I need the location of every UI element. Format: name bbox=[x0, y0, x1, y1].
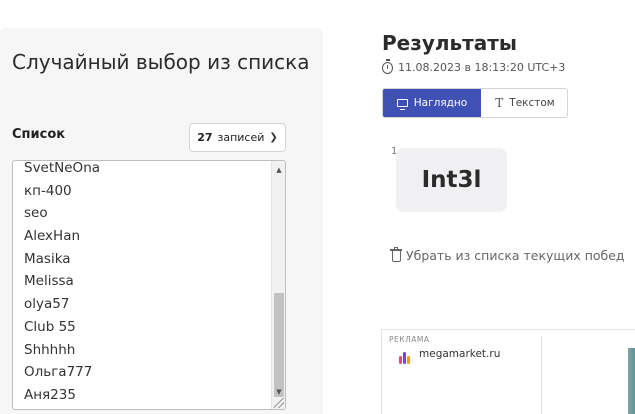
ad-image[interactable] bbox=[628, 348, 635, 414]
results-view-tabs: Наглядно T Текстом bbox=[382, 88, 568, 118]
ad-divider bbox=[541, 336, 542, 414]
winner-card: Int3l bbox=[396, 148, 507, 212]
tab-visual-label: Наглядно bbox=[413, 97, 468, 109]
megamarket-logo-icon bbox=[399, 350, 411, 364]
tab-text[interactable]: T Текстом bbox=[481, 89, 567, 117]
list-line: Ольга777 bbox=[24, 364, 93, 381]
list-scrollbar[interactable]: ▲ ▼ bbox=[271, 161, 285, 409]
ad-block[interactable]: РЕКЛАМА megamarket.ru bbox=[381, 329, 635, 414]
page-title: Случайный выбор из списка bbox=[12, 50, 310, 74]
text-t-icon: T bbox=[495, 96, 504, 110]
trash-icon bbox=[390, 247, 402, 263]
list-line: SvetNeOna bbox=[24, 160, 101, 176]
results-title: Результаты bbox=[382, 31, 517, 55]
timestamp-text: 11.08.2023 в 18:13:20 UTC+3 bbox=[398, 61, 566, 74]
remove-winners-button[interactable]: Убрать из списка текущих побед bbox=[390, 247, 625, 263]
list-line: Club 55 bbox=[24, 318, 76, 335]
monitor-icon bbox=[396, 99, 408, 110]
chevron-down-icon: ❯ bbox=[269, 132, 278, 143]
tab-text-label: Текстом bbox=[509, 97, 555, 109]
entries-count-select[interactable]: 27 записей ❯ bbox=[189, 123, 286, 152]
list-line: Melissa bbox=[24, 273, 74, 290]
list-textarea[interactable]: SvetNeOna кп-400 seo AlexHan Masika Melissa ol… bbox=[12, 160, 286, 410]
tab-visual[interactable]: Наглядно bbox=[383, 89, 481, 117]
list-line: AlexHan bbox=[24, 228, 81, 245]
ad-domain: megamarket.ru bbox=[419, 348, 501, 360]
left-panel: Случайный выбор из списка Список 27 запи… bbox=[0, 28, 323, 414]
scroll-up-arrow-icon[interactable]: ▲ bbox=[272, 163, 285, 177]
scroll-thumb[interactable] bbox=[274, 293, 284, 397]
results-timestamp: 11.08.2023 в 18:13:20 UTC+3 bbox=[382, 58, 566, 74]
list-line: Аня235 bbox=[24, 386, 76, 403]
resize-grip-icon[interactable] bbox=[274, 398, 284, 408]
list-lines: SvetNeOna кп-400 seo AlexHan Masika Melissa ol… bbox=[24, 160, 101, 407]
scroll-down-arrow-icon[interactable]: ▼ bbox=[272, 385, 285, 399]
list-line: Masika bbox=[24, 250, 71, 267]
entries-count: 27 bbox=[197, 131, 213, 144]
remove-winners-label: Убрать из списка текущих побед bbox=[406, 248, 625, 263]
list-line: seo bbox=[24, 205, 48, 222]
ad-label: РЕКЛАМА bbox=[389, 335, 430, 344]
list-label: Список bbox=[12, 127, 66, 142]
entries-unit: записей bbox=[217, 131, 265, 144]
list-line: olya57 bbox=[24, 296, 70, 313]
list-line: Shhhhh bbox=[24, 341, 76, 358]
list-line: кп-400 bbox=[24, 182, 72, 199]
stopwatch-icon bbox=[382, 58, 393, 74]
